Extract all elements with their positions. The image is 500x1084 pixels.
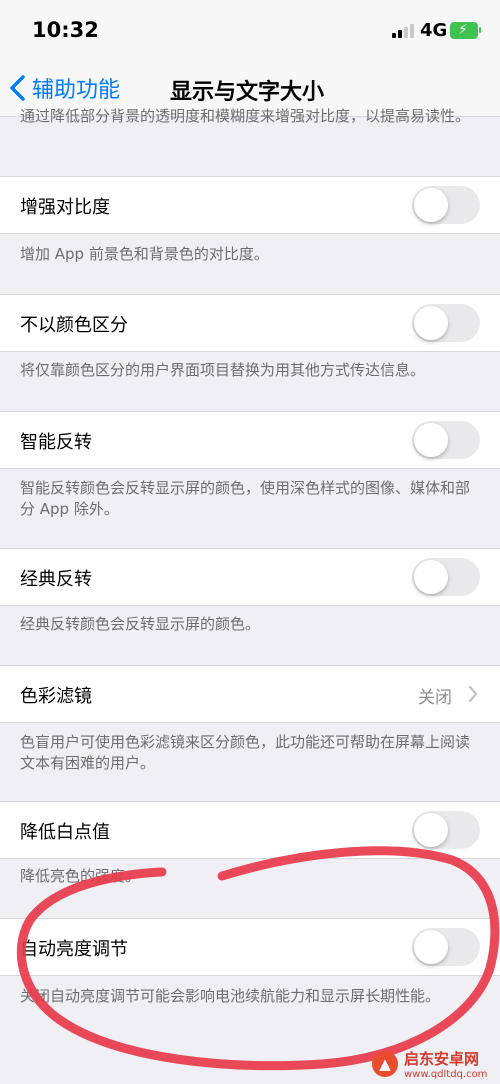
toggle-knob — [414, 306, 448, 340]
increase-contrast-caption: 增加 App 前景色和背景色的对比度。 — [20, 245, 269, 263]
signal-icon — [392, 24, 414, 38]
color-filters-label: 色彩滤镜 — [20, 686, 92, 707]
auto-brightness-caption: 关闭自动亮度调节可能会影响电池续航能力和显示屏长期性能。 — [20, 987, 441, 1005]
differentiate-without-color-label: 不以颜色区分 — [20, 315, 128, 336]
smart-invert-row: 智能反转 — [0, 411, 500, 469]
toggle-knob — [414, 930, 448, 964]
color-filters-row[interactable]: 色彩滤镜 关闭 — [0, 665, 500, 723]
color-filters-caption: 色盲用户可使用色彩滤镜来区分颜色，此功能还可帮助在屏幕上阅读文本有困难的用户。 — [20, 733, 471, 772]
auto-brightness-label: 自动亮度调节 — [20, 939, 128, 960]
chevron-right-icon — [468, 685, 478, 703]
toggle-knob — [414, 423, 448, 457]
page-title: 显示与文字大小 — [170, 80, 325, 105]
status-time: 10:32 — [32, 18, 99, 42]
toggle-knob — [414, 560, 448, 594]
classic-invert-toggle[interactable] — [412, 558, 480, 596]
watermark-logo: ▲ 启东安卓网 www.qdltdq.com — [372, 1048, 487, 1080]
back-button[interactable]: 辅助功能 — [8, 72, 120, 104]
network-type: 4G — [420, 20, 448, 41]
classic-invert-row: 经典反转 — [0, 548, 500, 606]
watermark-icon: ▲ — [372, 1051, 398, 1077]
increase-contrast-row: 增强对比度 — [0, 176, 500, 234]
watermark-url: www.qdltdq.com — [404, 1069, 488, 1080]
watermark-name: 启东安卓网 — [404, 1050, 480, 1068]
differentiate-without-color-caption: 将仅靠颜色区分的用户界面项目替换为用其他方式传达信息。 — [20, 361, 426, 379]
reduce-white-point-toggle[interactable] — [412, 811, 480, 849]
auto-brightness-row: 自动亮度调节 — [0, 918, 500, 976]
toggle-knob — [414, 813, 448, 847]
reduce-white-point-caption: 降低亮色的强度。 — [20, 867, 141, 885]
auto-brightness-toggle[interactable] — [412, 928, 480, 966]
status-bar: 10:32 4G ⚡ — [0, 0, 500, 60]
toggle-knob — [414, 188, 448, 222]
classic-invert-label: 经典反转 — [20, 569, 92, 590]
classic-invert-caption: 经典反转颜色会反转显示屏的颜色。 — [20, 615, 261, 633]
increase-contrast-label: 增强对比度 — [20, 197, 110, 218]
reduce-transparency-caption: 通过降低部分背景的透明度和模糊度来增强对比度，以提高易读性。 — [20, 107, 471, 125]
differentiate-without-color-toggle[interactable] — [412, 304, 480, 342]
differentiate-without-color-row: 不以颜色区分 — [0, 294, 500, 352]
back-button-label: 辅助功能 — [32, 78, 121, 103]
reduce-white-point-row: 降低白点值 — [0, 801, 500, 859]
battery-charging-icon: ⚡ — [450, 22, 481, 39]
increase-contrast-toggle[interactable] — [412, 186, 480, 224]
smart-invert-caption: 智能反转颜色会反转显示屏的颜色，使用深色样式的图像、媒体和部分 App 除外。 — [20, 479, 471, 518]
smart-invert-toggle[interactable] — [412, 421, 480, 459]
reduce-white-point-label: 降低白点值 — [20, 822, 110, 843]
chevron-left-icon — [10, 75, 25, 101]
smart-invert-label: 智能反转 — [20, 432, 92, 453]
color-filters-value: 关闭 — [418, 688, 452, 708]
